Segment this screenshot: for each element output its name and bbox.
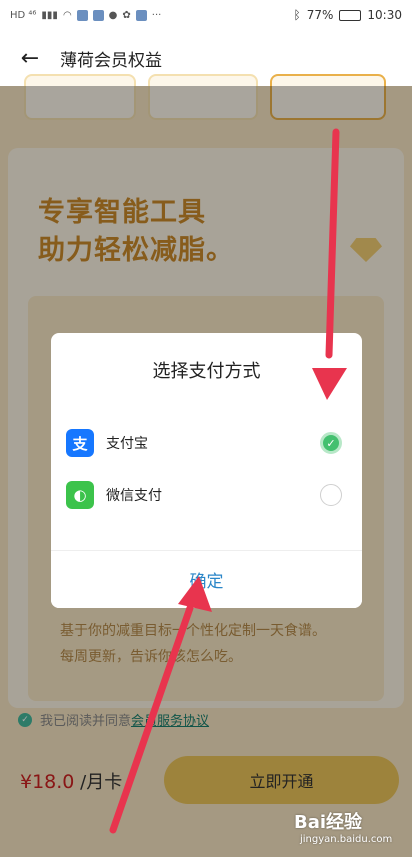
bluetooth-icon: ᛒ	[293, 8, 301, 22]
cloud-icon	[135, 9, 147, 21]
payment-option-label: 支付宝	[106, 436, 148, 452]
dialog-title: 选择支付方式	[152, 361, 261, 382]
payment-option-alipay[interactable]: 支 支付宝 ✓	[51, 423, 362, 463]
alipay-icon: 支	[66, 429, 94, 457]
app-notification-icon: ✿	[122, 9, 131, 21]
battery-percent: 77%	[306, 8, 334, 22]
payment-method-dialog: 选择支付方式 支 支付宝 ✓ ◐ 微信支付 确定	[51, 333, 362, 608]
watermark-url: jingyan.baidu.com	[300, 834, 393, 845]
status-right: ᛒ 77% 10:30	[294, 8, 402, 22]
page-title: 薄荷会员权益	[60, 50, 162, 71]
arrow-left-icon[interactable]: ←	[0, 46, 60, 71]
watermark-logo: Bai经验	[294, 812, 363, 833]
app-notification-icon	[92, 9, 104, 21]
network-indicator: HD ⁴⁶	[10, 9, 37, 21]
payment-option-wechat[interactable]: ◐ 微信支付	[51, 475, 362, 515]
wifi-icon: ◠	[62, 9, 72, 21]
status-left: HD ⁴⁶ ▮▮▮ ◠ ● ✿ ···	[10, 9, 162, 21]
radio-checked-icon[interactable]: ✓	[320, 432, 342, 454]
signal-icon: ▮▮▮	[41, 9, 58, 21]
message-icon: ●	[108, 9, 118, 21]
radio-unchecked-icon[interactable]	[320, 484, 342, 506]
more-icon: ···	[151, 9, 162, 21]
confirm-button[interactable]: 确定	[51, 551, 362, 608]
battery-icon	[339, 9, 362, 21]
app-notification-icon	[76, 9, 88, 21]
payment-option-label: 微信支付	[106, 488, 162, 504]
status-bar: HD ⁴⁶ ▮▮▮ ◠ ● ✿ ··· ᛒ 77% 10:30	[0, 0, 412, 30]
wechat-pay-icon: ◐	[66, 481, 94, 509]
clock: 10:30	[367, 8, 402, 22]
